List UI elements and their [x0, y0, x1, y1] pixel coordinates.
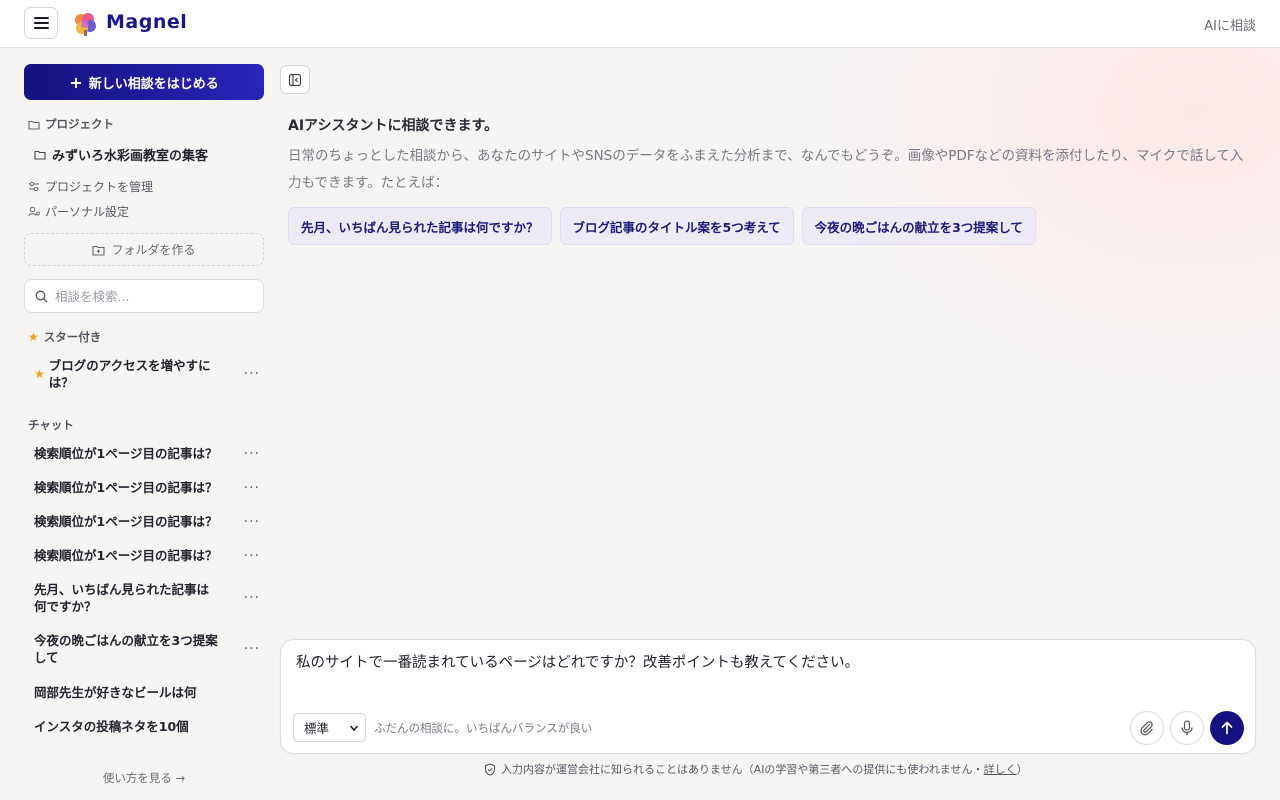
privacy-notice: 入力内容が運営会社に知られることはありません（AIの学習や第三者への提供にも使わ… — [484, 761, 1028, 777]
message-input[interactable] — [296, 652, 1236, 702]
suggestion-chips: 先月、いちばん見られた記事は何ですか？ ブログ記事のタイトル案を5つ考えて 今夜… — [288, 207, 1036, 245]
menu-button[interactable] — [24, 7, 58, 39]
suggestion-chip[interactable]: 今夜の晩ごはんの献立を3つ提案して — [801, 207, 1036, 245]
chat-item[interactable]: インスタの投稿ネタを10個 — [24, 718, 264, 735]
user-gear-icon — [28, 206, 40, 217]
more-options-icon[interactable]: ··· — [244, 446, 260, 462]
chat-section-label: チャット — [28, 417, 74, 433]
personal-settings-label: パーソナル設定 — [45, 205, 130, 219]
personal-settings-link[interactable]: パーソナル設定 — [28, 203, 129, 220]
more-options-icon[interactable]: ··· — [244, 480, 260, 496]
chat-item[interactable]: 岡部先生が好きなビールは何 — [24, 684, 264, 701]
chat-item[interactable]: 検索順位が1ページ目の記事は？ ··· — [24, 513, 264, 530]
chat-title: 検索順位が1ページ目の記事は？ — [34, 548, 218, 563]
background-wash — [720, 48, 1280, 468]
header-page-label: AIに相談 — [1204, 19, 1256, 34]
privacy-close-paren: ） — [1016, 763, 1028, 776]
microphone-button[interactable] — [1170, 711, 1204, 745]
paperclip-icon — [1140, 721, 1153, 736]
starred-chat-item[interactable]: ★ ブログのアクセスを増やすには？ ··· — [24, 357, 264, 391]
chat-label-text: チャット — [28, 418, 74, 432]
chat-item[interactable]: 先月、いちばん見られた記事は何ですか？ ··· — [24, 581, 264, 615]
chat-title: 検索順位が1ページ目の記事は？ — [34, 446, 218, 461]
brand-name: Magnel — [106, 11, 188, 33]
sidebar-collapse-icon — [288, 73, 302, 86]
privacy-text-body: 入力内容が運営会社に知られることはありません（AIの学習や第三者への提供にも使わ… — [501, 763, 984, 776]
mode-hint: ふだんの相談に。いちばんバランスが良い — [374, 721, 593, 735]
star-icon: ★ — [28, 330, 39, 344]
new-consultation-label: 新しい相談をはじめる — [88, 76, 219, 92]
brain-logo-icon — [75, 13, 96, 36]
app-header: Magnel AIに相談 — [0, 0, 1280, 48]
chevron-down-icon — [349, 725, 359, 732]
chat-title: インスタの投稿ネタを10個 — [34, 719, 189, 734]
chat-title: 先月、いちばん見られた記事は何ですか？ — [34, 582, 210, 614]
more-options-icon[interactable]: ··· — [244, 366, 260, 382]
chat-title: 岡部先生が好きなビールは何 — [34, 685, 197, 700]
manage-projects-label: プロジェクトを管理 — [45, 180, 154, 194]
chat-item[interactable]: 検索順位が1ページ目の記事は？ ··· — [24, 445, 264, 462]
projects-label-text: プロジェクト — [45, 117, 114, 131]
suggestion-chip[interactable]: 先月、いちばん見られた記事は何ですか？ — [288, 207, 552, 245]
create-folder-button[interactable]: フォルダを作る — [24, 233, 264, 266]
more-options-icon[interactable]: ··· — [244, 641, 260, 657]
message-composer: 標準 ふだんの相談に。いちばんバランスが良い — [280, 639, 1256, 754]
suggestion-chip[interactable]: ブログ記事のタイトル案を5つ考えて — [559, 207, 794, 245]
mode-selected-value: 標準 — [304, 721, 330, 736]
intro-title: AIアシスタントに相談できます。 — [288, 118, 499, 134]
mode-select[interactable]: 標準 — [293, 713, 366, 742]
project-item-label: みずいろ水彩画教室の集客 — [52, 149, 209, 164]
folder-plus-icon — [92, 245, 106, 256]
projects-section-label: プロジェクト — [28, 116, 114, 132]
manage-projects-link[interactable]: プロジェクトを管理 — [28, 178, 153, 195]
search-box — [24, 279, 264, 313]
chat-title: 今夜の晩ごはんの献立を3つ提案して — [34, 633, 218, 665]
project-item[interactable]: みずいろ水彩画教室の集客 — [34, 145, 208, 164]
more-options-icon[interactable]: ··· — [244, 514, 260, 530]
chat-item[interactable]: 検索順位が1ページ目の記事は？ ··· — [24, 479, 264, 496]
shield-check-icon — [484, 762, 496, 776]
chat-item[interactable]: 今夜の晩ごはんの献立を3つ提案して ··· — [24, 632, 264, 666]
microphone-icon — [1181, 720, 1193, 735]
intro-description: 日常のちょっとした相談から、あなたのサイトやSNSのデータをふまえた分析まで、な… — [288, 148, 1244, 191]
create-folder-label: フォルダを作る — [111, 243, 196, 257]
star-icon: ★ — [34, 367, 45, 381]
starred-chat-title: ブログのアクセスを増やすには？ — [48, 358, 211, 390]
hamburger-icon — [33, 17, 49, 29]
attach-button[interactable] — [1130, 711, 1164, 745]
starred-label-text: スター付き — [43, 330, 102, 344]
search-icon — [35, 290, 48, 302]
collapse-sidebar-button[interactable] — [280, 65, 310, 94]
starred-section-label: ★ スター付き — [28, 329, 101, 345]
sidebar: + 新しい相談をはじめる プロジェクト みずいろ水彩画教室の集客 プロジェクトを… — [0, 48, 288, 800]
send-button[interactable] — [1210, 711, 1244, 745]
chat-title: 検索順位が1ページ目の記事は？ — [34, 514, 218, 529]
arrow-up-icon — [1221, 721, 1233, 735]
search-input[interactable] — [55, 288, 245, 304]
privacy-details-link[interactable]: 詳しく — [984, 763, 1017, 776]
more-options-icon[interactable]: ··· — [244, 548, 260, 564]
plus-icon: + — [69, 72, 83, 92]
new-consultation-button[interactable]: + 新しい相談をはじめる — [24, 64, 264, 100]
how-to-link[interactable]: 使い方を見る → — [0, 770, 288, 786]
sliders-icon — [29, 181, 39, 192]
folder-icon — [28, 120, 40, 130]
chat-title: 検索順位が1ページ目の記事は？ — [34, 480, 218, 495]
folder-icon — [34, 150, 46, 160]
more-options-icon[interactable]: ··· — [244, 590, 260, 606]
privacy-text: 入力内容が運営会社に知られることはありません（AIの学習や第三者への提供にも使わ… — [501, 761, 1028, 777]
chat-item[interactable]: 検索順位が1ページ目の記事は？ ··· — [24, 547, 264, 564]
